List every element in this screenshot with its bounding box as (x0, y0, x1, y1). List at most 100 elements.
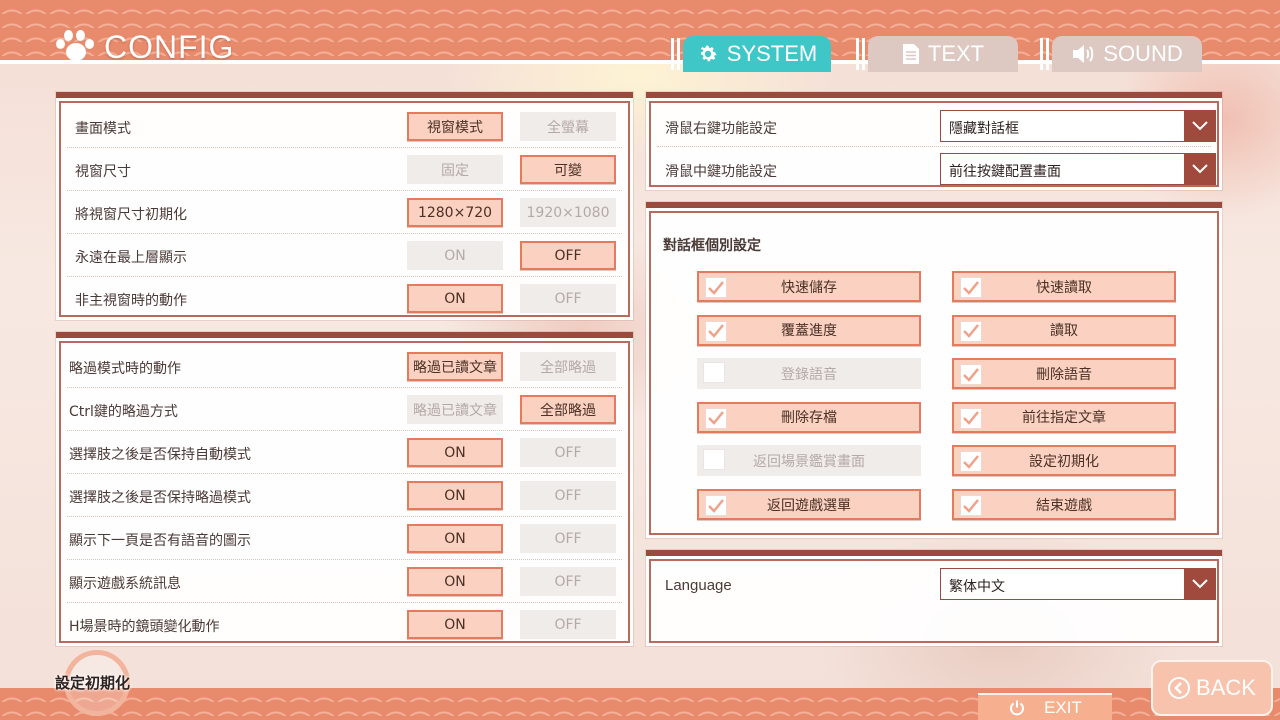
dialog-toggle-button[interactable]: 前往指定文章 (952, 401, 1176, 433)
tab-sound-label: SOUND (1103, 41, 1183, 66)
option-b-button[interactable]: OFF (520, 241, 616, 270)
dialog-toggle-label: 刪除語音 (1036, 366, 1092, 383)
option-a-button[interactable]: 1280×720 (407, 198, 503, 227)
option-b-button[interactable]: OFF (520, 438, 616, 467)
option-a-button[interactable]: 略過已讀文章 (407, 352, 503, 381)
option-a-button[interactable]: ON (407, 284, 503, 313)
check-icon (708, 324, 724, 338)
dialog-panel-title: 對話框個別設定 (663, 238, 761, 254)
option-b-button[interactable]: 全部略過 (520, 352, 616, 381)
dialog-toggle-label: 登錄語音 (781, 366, 837, 383)
dialog-toggle-button[interactable]: 刪除語音 (952, 358, 1176, 390)
option-b-button[interactable]: OFF (520, 524, 616, 553)
option-a-button[interactable]: 固定 (407, 155, 503, 184)
setting-label: 滑鼠右鍵功能設定 (665, 121, 777, 137)
option-b-button[interactable]: OFF (520, 481, 616, 510)
dialog-toggle-button[interactable]: 快速儲存 (697, 271, 921, 302)
dialog-toggle-button[interactable]: 設定初期化 (952, 445, 1176, 477)
setting-row: 顯示下一頁是否有語音的圖示 ON OFF (67, 517, 622, 560)
speaker-icon (1073, 45, 1094, 63)
option-a-button[interactable]: ON (407, 438, 503, 467)
check-icon (963, 280, 979, 295)
dialog-toggle-button[interactable]: 讀取 (952, 314, 1176, 346)
setting-label: 選擇肢之後是否保持略過模式 (69, 490, 251, 506)
check-icon (963, 498, 979, 513)
dialog-settings-panel: 對話框個別設定 快速儲存 快速讀取覆蓋進度 讀取登錄語音 刪除語音刪除存檔 前往指定文章… (646, 202, 1222, 538)
checkbox[interactable] (960, 364, 982, 386)
dialog-toggle-label: 快速讀取 (1036, 279, 1092, 296)
dialog-toggle-button[interactable]: 返回場景鑑賞畫面 (697, 445, 921, 477)
dialog-toggle-button[interactable]: 覆蓋進度 (697, 314, 921, 346)
mouse-right-row: 滑鼠右鍵功能設定 隱藏對話框 (657, 104, 1216, 147)
check-icon (708, 411, 724, 426)
back-button[interactable]: BACK (1151, 660, 1273, 716)
dialog-toggle-label: 刪除存檔 (781, 410, 837, 427)
checkbox[interactable] (960, 320, 982, 342)
chevron-down-icon[interactable] (1184, 568, 1216, 600)
mouse-right-dropdown[interactable]: 隱藏對話框 (940, 110, 1216, 142)
power-icon (1010, 700, 1025, 715)
setting-row: Ctrl鍵的略過方式 略過已讀文章 全部略過 (67, 388, 622, 431)
checkbox[interactable] (705, 277, 727, 298)
mouse-settings-panel: 滑鼠右鍵功能設定 隱藏對話框 滑鼠中鍵功能設定 前往按鍵配置畫面 (646, 92, 1222, 190)
skip-settings-panel: 略過模式時的動作 略過已讀文章 全部略過 Ctrl鍵的略過方式 略過已讀文章 全… (56, 332, 633, 646)
dialog-toggle-label: 結束遊戲 (1036, 497, 1092, 514)
language-panel: Language 繁体中文 (646, 550, 1222, 646)
option-b-button[interactable]: OFF (520, 567, 616, 596)
checkbox[interactable] (703, 449, 725, 471)
setting-label: 非主視窗時的動作 (75, 293, 187, 309)
back-label: BACK (1196, 675, 1256, 700)
dialog-toggle-label: 返回場景鑑賞畫面 (753, 453, 865, 470)
option-a-button[interactable]: ON (407, 610, 503, 639)
option-b-button[interactable]: 全螢幕 (520, 112, 616, 141)
option-b-button[interactable]: OFF (520, 610, 616, 639)
tab-sound[interactable]: SOUND (1040, 36, 1202, 72)
page-title-text: CONFIG (104, 28, 235, 65)
reset-settings-label[interactable]: 設定初期化 (55, 672, 130, 693)
option-b-button[interactable]: OFF (520, 284, 616, 313)
check-icon (963, 324, 979, 338)
display-settings-panel: 畫面模式 視窗模式 全螢幕 視窗尺寸 固定 可變 將視窗尺寸初期化 1280×7… (56, 92, 633, 320)
option-b-button[interactable]: 1920×1080 (520, 198, 616, 227)
option-a-button[interactable]: ON (407, 567, 503, 596)
setting-label: 畫面模式 (75, 121, 131, 137)
option-a-button[interactable]: ON (407, 241, 503, 270)
language-dropdown[interactable]: 繁体中文 (940, 568, 1216, 600)
dialog-toggle-button[interactable]: 返回遊戲選單 (697, 489, 921, 520)
dialog-toggle-button[interactable]: 刪除存檔 (697, 401, 921, 433)
dialog-toggle-button[interactable]: 快速讀取 (952, 271, 1176, 302)
chevron-down-icon[interactable] (1184, 153, 1216, 185)
option-b-button[interactable]: 可變 (520, 155, 616, 184)
checkbox[interactable] (960, 495, 982, 516)
setting-label: 選擇肢之後是否保持自動模式 (69, 447, 251, 463)
tab-text[interactable]: TEXT (856, 36, 1018, 72)
language-row: Language 繁体中文 (657, 565, 1216, 608)
checkbox[interactable] (960, 407, 982, 429)
dialog-toggle-button[interactable]: 登錄語音 (697, 358, 921, 390)
check-icon (708, 498, 724, 513)
chevron-down-icon[interactable] (1184, 110, 1216, 142)
checkbox[interactable] (705, 320, 727, 342)
option-b-button[interactable]: 全部略過 (520, 395, 616, 424)
checkbox[interactable] (705, 495, 727, 516)
checkbox[interactable] (705, 407, 727, 429)
setting-label: 視窗尺寸 (75, 164, 131, 180)
checkbox[interactable] (960, 277, 982, 298)
document-icon (902, 44, 919, 64)
mouse-middle-dropdown[interactable]: 前往按鍵配置畫面 (940, 153, 1216, 185)
exit-button[interactable]: EXIT (978, 693, 1112, 720)
option-a-button[interactable]: ON (407, 524, 503, 553)
checkbox[interactable] (703, 362, 725, 384)
setting-row: 選擇肢之後是否保持略過模式 ON OFF (67, 474, 622, 517)
setting-label: 永遠在最上層顯示 (75, 250, 187, 266)
option-a-button[interactable]: 視窗模式 (407, 112, 503, 141)
setting-label: 顯示遊戲系統訊息 (69, 576, 181, 592)
check-icon (963, 455, 979, 469)
checkbox[interactable] (960, 451, 982, 473)
option-a-button[interactable]: ON (407, 481, 503, 510)
option-a-button[interactable]: 略過已讀文章 (407, 395, 503, 424)
setting-label: 略過模式時的動作 (69, 361, 181, 377)
dialog-toggle-button[interactable]: 結束遊戲 (952, 489, 1176, 520)
page-title: CONFIG (54, 28, 234, 66)
tab-system[interactable]: SYSTEM (671, 36, 831, 72)
